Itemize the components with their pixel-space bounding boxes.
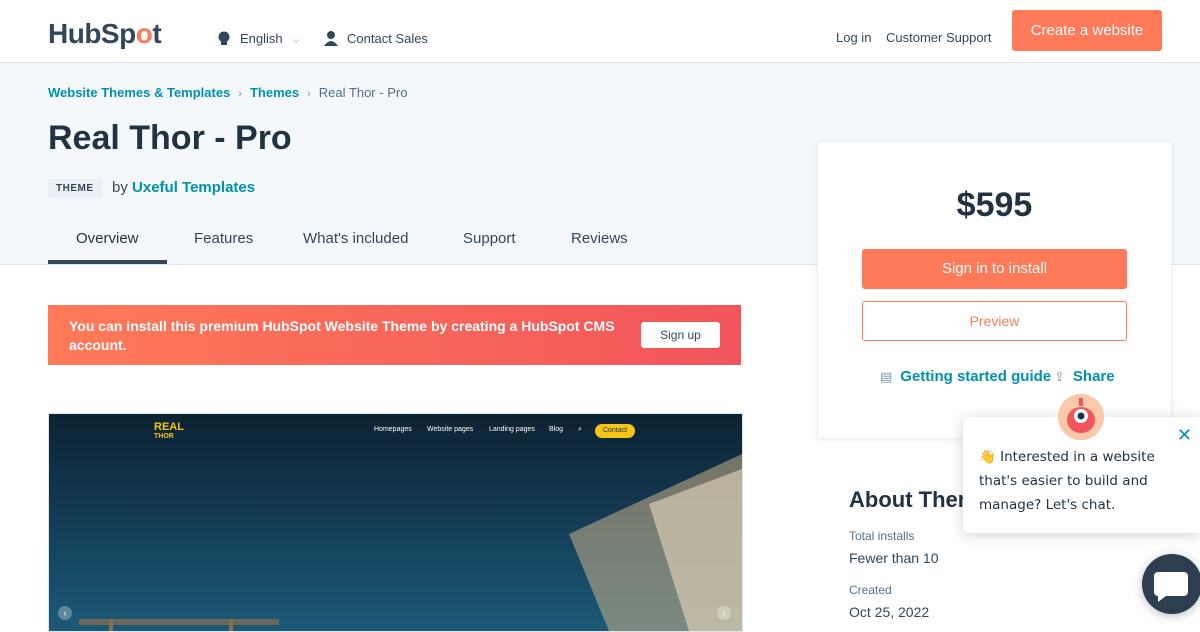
logo-text-prefix: HubSp bbox=[48, 18, 136, 49]
theme-preview-image[interactable]: REAL THOR Homepages Website pages Landin… bbox=[48, 413, 743, 632]
created-value: Oct 25, 2022 bbox=[849, 604, 930, 620]
price-card: $595 Sign in to install Preview ▤ Getting… bbox=[817, 141, 1172, 439]
chat-bubble-icon bbox=[1154, 572, 1188, 602]
preview-nav-blog: Blog bbox=[549, 426, 564, 433]
tab-whats-included[interactable]: What's included bbox=[275, 223, 436, 264]
banner-message: You can install this premium HubSpot Web… bbox=[69, 318, 615, 353]
tab-features[interactable]: Features bbox=[166, 223, 281, 264]
share-icon: ⇪ bbox=[1054, 369, 1065, 384]
document-icon: ▤ bbox=[880, 369, 893, 384]
chat-message: 👋 Interested in a website that's easier … bbox=[979, 449, 1155, 513]
sign-in-to-install-button[interactable]: Sign in to install bbox=[862, 249, 1127, 289]
tab-support[interactable]: Support bbox=[435, 223, 544, 264]
preview-contact-button: Contact bbox=[595, 424, 635, 438]
log-in-link[interactable]: Log in bbox=[836, 30, 871, 45]
language-label: English bbox=[240, 30, 283, 46]
sign-up-button[interactable]: Sign up bbox=[641, 322, 720, 348]
breadcrumb-themes[interactable]: Themes bbox=[250, 85, 299, 100]
globe-icon bbox=[216, 30, 232, 49]
page-title: Real Thor - Pro bbox=[48, 119, 292, 157]
preview-nav-homepages: Homepages bbox=[374, 426, 412, 433]
tab-reviews[interactable]: Reviews bbox=[543, 223, 656, 264]
breadcrumb: Website Themes & Templates › Themes › Real T… bbox=[48, 85, 407, 100]
preview-logo-bottom: THOR bbox=[154, 433, 174, 440]
contact-sales-label: Contact Sales bbox=[347, 30, 428, 46]
contact-sales-link[interactable]: Contact Sales bbox=[323, 30, 428, 49]
preview-button[interactable]: Preview bbox=[862, 301, 1127, 341]
author-byline: by Uxeful Templates bbox=[112, 179, 255, 196]
by-label: by bbox=[112, 179, 128, 196]
author-link[interactable]: Uxeful Templates bbox=[132, 179, 255, 196]
getting-started-guide-link[interactable]: ▤ Getting started guide bbox=[880, 368, 1051, 385]
carousel-prev-icon[interactable]: ‹ bbox=[58, 606, 72, 620]
top-nav: HubSpot English ⌵ Contact Sales Log in C… bbox=[0, 0, 1200, 63]
installs-value: Fewer than 10 bbox=[849, 550, 939, 566]
language-selector[interactable]: English ⌵ bbox=[216, 30, 300, 49]
chat-launcher-button[interactable] bbox=[1142, 554, 1200, 614]
preview-nav-website-pages: Website pages bbox=[427, 426, 474, 433]
guide-label: Getting started guide bbox=[900, 368, 1052, 385]
customer-support-link[interactable]: Customer Support bbox=[886, 30, 992, 45]
logo-sprocket: o bbox=[135, 18, 153, 49]
close-icon[interactable]: ✕ bbox=[1177, 427, 1192, 445]
installs-label: Total installs bbox=[849, 529, 915, 543]
install-banner: You can install this premium HubSpot Web… bbox=[48, 305, 741, 365]
share-label: Share bbox=[1072, 368, 1115, 385]
chevron-right-icon: › bbox=[238, 88, 242, 100]
logo-text-suffix: t bbox=[152, 18, 162, 49]
hubspot-logo[interactable]: HubSpot bbox=[48, 18, 162, 50]
create-website-button[interactable]: Create a website bbox=[1012, 10, 1162, 51]
created-label: Created bbox=[849, 583, 892, 597]
preview-logo-top: REAL bbox=[154, 421, 184, 433]
preview-nav-landing-pages: Landing pages bbox=[489, 426, 535, 433]
preview-logo: REAL THOR bbox=[154, 422, 184, 442]
chevron-right-icon: › bbox=[307, 88, 311, 100]
breadcrumb-themes-templates[interactable]: Website Themes & Templates bbox=[48, 85, 230, 100]
price: $595 bbox=[956, 186, 1033, 224]
carousel-next-icon[interactable]: › bbox=[717, 606, 731, 620]
chevron-down-icon: ⌵ bbox=[292, 34, 300, 46]
preview-scene-graphic bbox=[79, 454, 742, 631]
person-icon bbox=[323, 30, 339, 49]
chat-bot-avatar bbox=[1058, 394, 1104, 440]
share-link[interactable]: ⇪ Share bbox=[1054, 368, 1115, 385]
preview-search-icon: ⌕ bbox=[578, 426, 582, 433]
breadcrumb-current: Real Thor - Pro bbox=[318, 85, 408, 100]
theme-badge: THEME bbox=[48, 179, 102, 198]
robot-icon bbox=[1058, 394, 1104, 440]
tab-overview[interactable]: Overview bbox=[48, 223, 167, 264]
